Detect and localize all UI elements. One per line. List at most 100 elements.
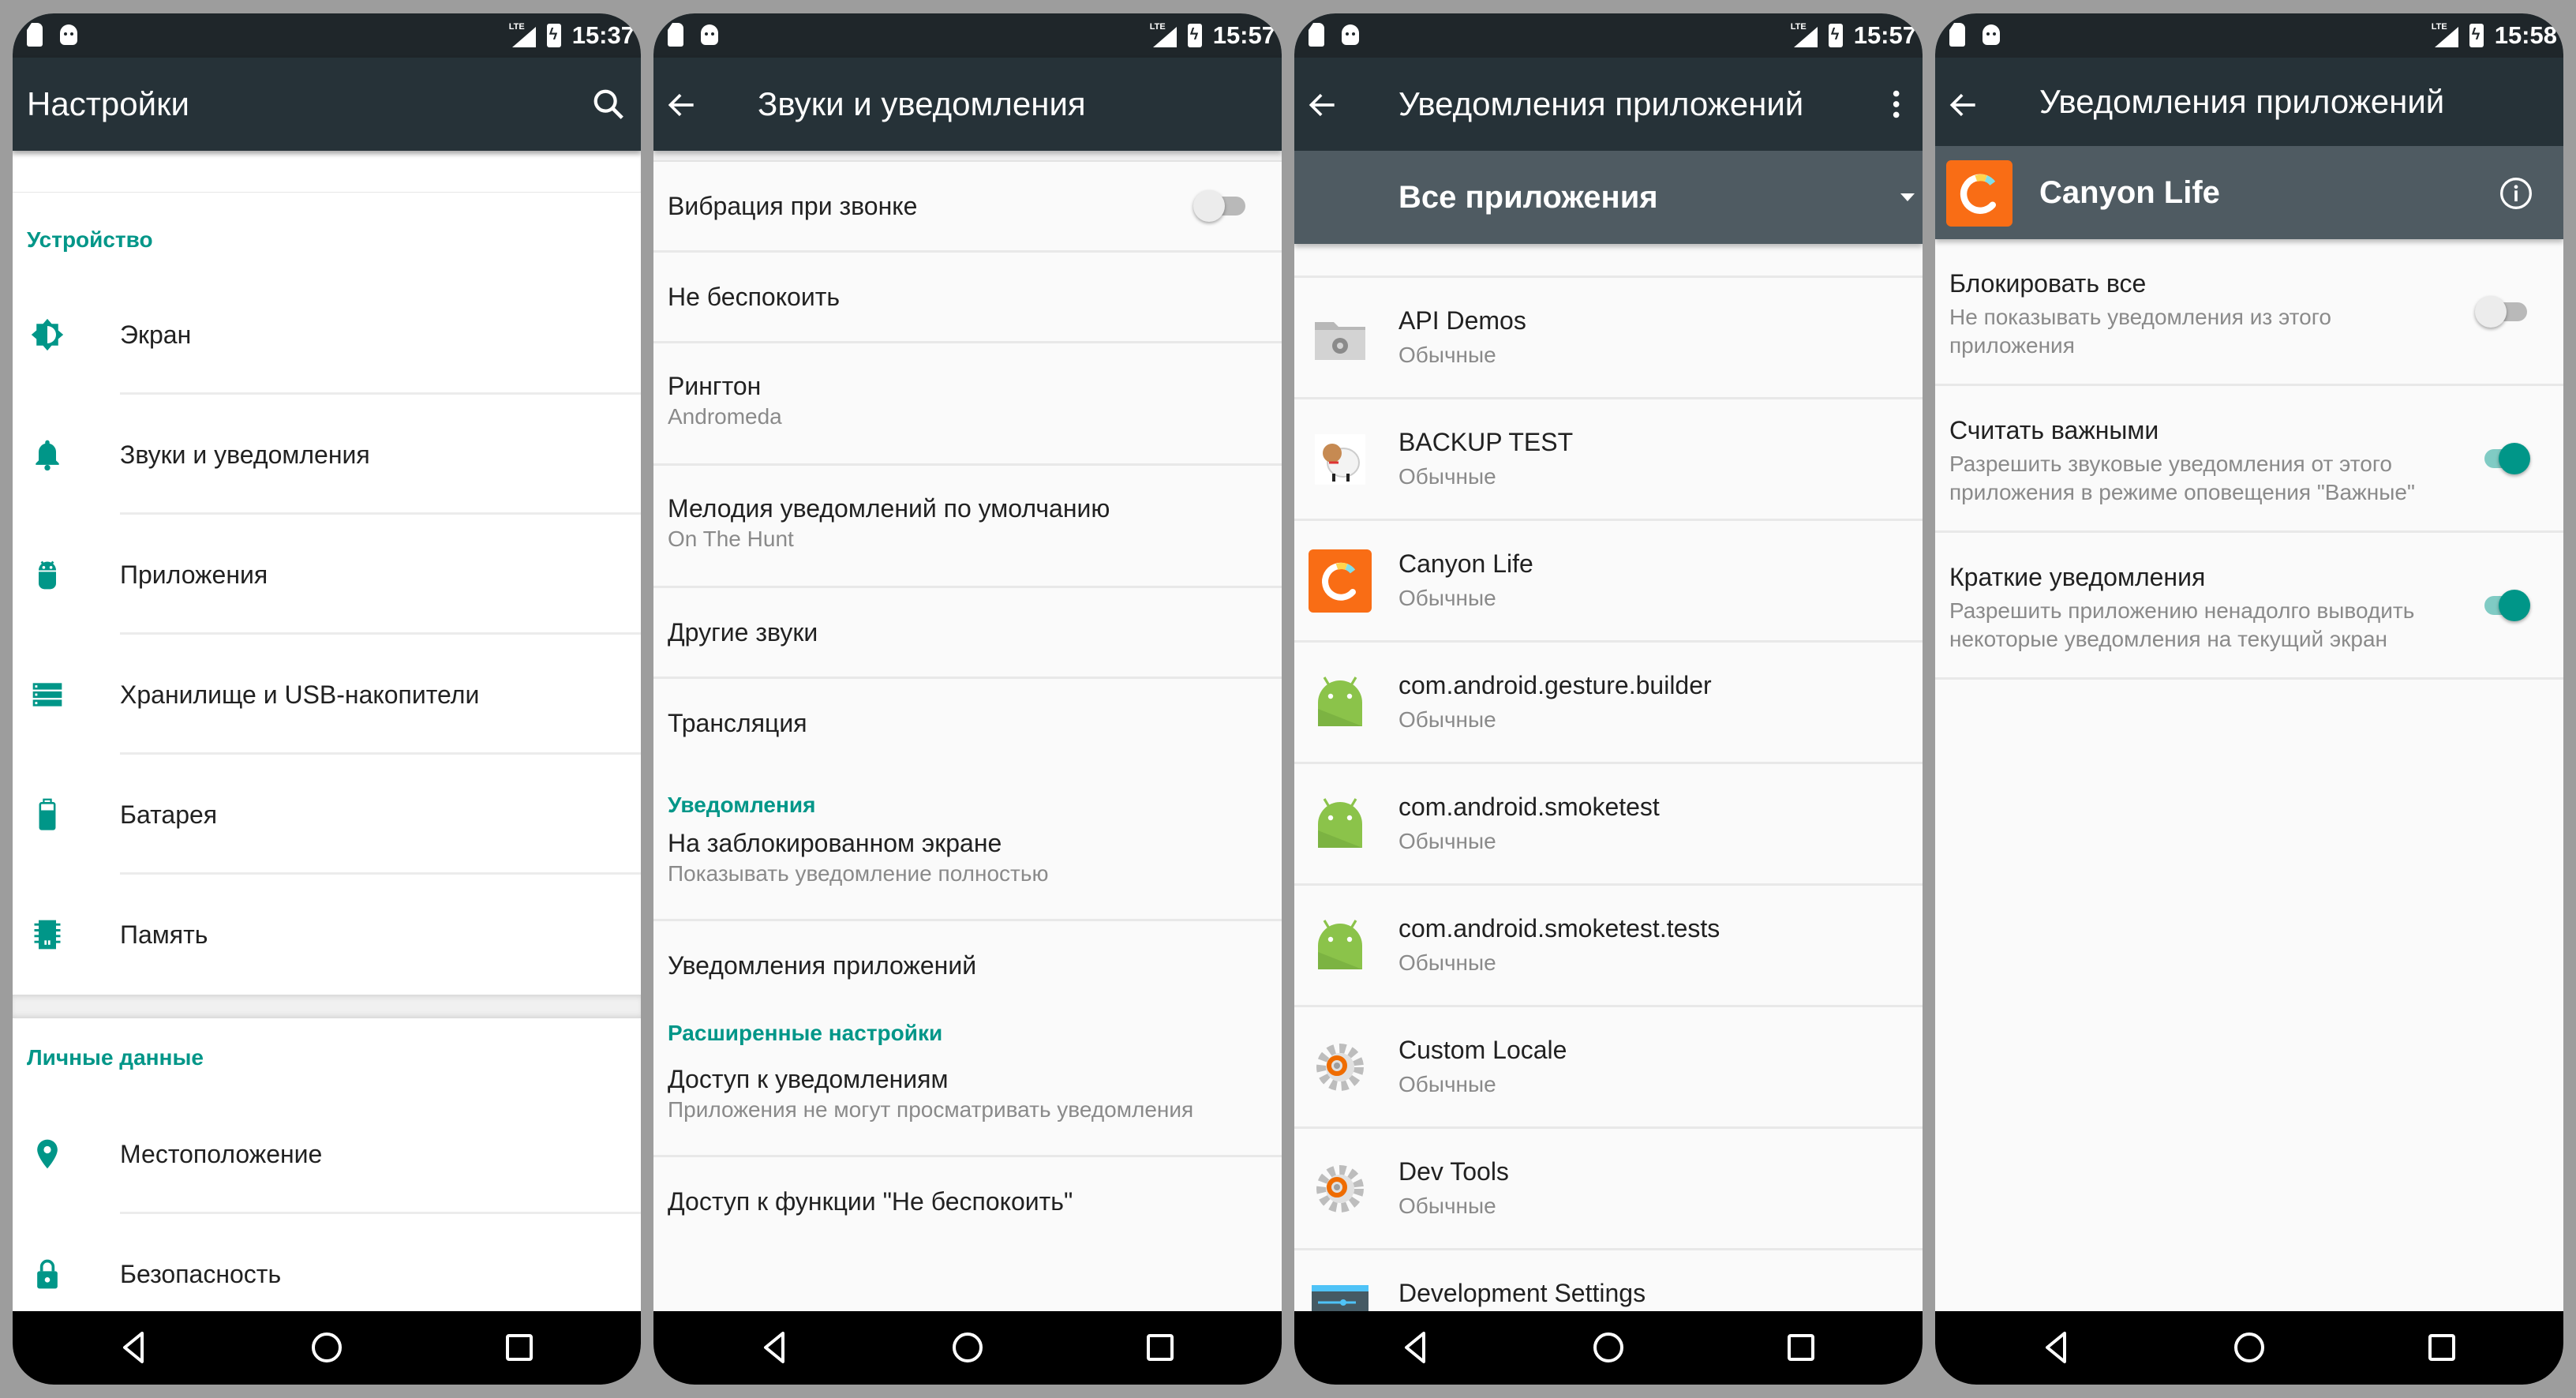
- gears-icon: [1309, 1036, 1372, 1099]
- nav-home-icon[interactable]: [308, 1329, 346, 1366]
- settings-item-apps[interactable]: Приложения: [13, 515, 641, 635]
- sheep-icon: [1309, 428, 1372, 491]
- more-vert-icon[interactable]: [1872, 86, 1908, 122]
- info-icon[interactable]: [2499, 176, 2533, 211]
- pref-lock-screen[interactable]: На заблокированном экране Показывать уве…: [653, 818, 1282, 921]
- search-icon[interactable]: [590, 86, 627, 122]
- gears-icon: [1309, 1157, 1372, 1220]
- location-icon: [30, 1135, 65, 1173]
- pref-do-not-disturb[interactable]: Не беспокоить: [653, 253, 1282, 343]
- navigation-bar: [13, 1311, 641, 1385]
- pref-notification-sound[interactable]: Мелодия уведомлений по умолчанию On The …: [653, 466, 1282, 588]
- app-list-item[interactable]: Development Settings: [1294, 1250, 1923, 1311]
- app-list-item[interactable]: Canyon Life Обычные: [1294, 521, 1923, 643]
- status-bar: LTE 15:57: [653, 13, 1282, 58]
- app-name: Canyon Life: [2039, 175, 2220, 210]
- lte-signal-icon: LTE: [2432, 22, 2458, 47]
- section-header-personal: Личные данные: [27, 1045, 204, 1070]
- section-header-device: Устройство: [27, 227, 153, 252]
- pref-app-notifications[interactable]: Уведомления приложений: [653, 921, 1282, 1010]
- app-list-item[interactable]: API Demos Обычные: [1294, 278, 1923, 399]
- app-bar: Настройки: [13, 58, 641, 151]
- clock: 15:37: [571, 21, 635, 49]
- app-list-item[interactable]: Dev Tools Обычные: [1294, 1129, 1923, 1250]
- pref-block-all[interactable]: Блокировать все Не показывать уведомлени…: [1935, 239, 2563, 386]
- settings-item-security[interactable]: Безопасность: [13, 1214, 641, 1311]
- section-divider: [13, 995, 641, 1018]
- settings-item-location[interactable]: Местоположение: [13, 1094, 641, 1214]
- nav-home-icon[interactable]: [1589, 1329, 1627, 1366]
- clock: 15:57: [1853, 21, 1916, 49]
- pref-treat-as-priority[interactable]: Считать важными Разрешить звуковые уведо…: [1935, 386, 2563, 533]
- settings-item-memory[interactable]: Память: [13, 875, 641, 995]
- peeking-toggle[interactable]: [2475, 589, 2530, 621]
- settings-item-storage[interactable]: Хранилище и USB-накопители: [13, 635, 641, 755]
- navigation-bar: [1294, 1311, 1923, 1385]
- section-header-notifications: Уведомления: [668, 793, 816, 817]
- app-list-item[interactable]: com.android.smoketest.tests Обычные: [1294, 886, 1923, 1007]
- folder-gear-icon: [1309, 306, 1372, 369]
- preferences-list: Вибрация при звонке Не беспокоить Рингто…: [653, 151, 1282, 1311]
- settings-item-display[interactable]: Экран: [13, 275, 641, 395]
- arrow-back-icon[interactable]: [665, 88, 699, 122]
- lte-signal-icon: LTE: [1791, 22, 1818, 47]
- block-all-toggle[interactable]: [2475, 295, 2530, 328]
- pref-peeking[interactable]: Краткие уведомления Разрешить приложению…: [1935, 533, 2563, 680]
- canyon-life-icon: [1946, 160, 2012, 227]
- nav-back-icon[interactable]: [1397, 1329, 1435, 1366]
- canyon-life-icon: [1309, 549, 1372, 613]
- app-notification-prefs: Блокировать все Не показывать уведомлени…: [1935, 239, 2563, 1311]
- nav-recents-icon[interactable]: [2423, 1329, 2461, 1366]
- memory-icon: [30, 916, 65, 954]
- app-list-item[interactable]: BACKUP TEST Обычные: [1294, 399, 1923, 521]
- nav-recents-icon[interactable]: [1141, 1329, 1179, 1366]
- storage-icon: [30, 676, 65, 714]
- android-debug-icon: [60, 24, 77, 45]
- battery-charging-icon: [546, 24, 561, 47]
- pref-notification-access[interactable]: Доступ к уведомлениям Приложения не могу…: [653, 1057, 1282, 1157]
- vibrate-toggle[interactable]: [1193, 190, 1249, 222]
- nav-recents-icon[interactable]: [500, 1329, 538, 1366]
- nav-recents-icon[interactable]: [1782, 1329, 1820, 1366]
- sd-card-icon: [1309, 23, 1324, 47]
- app-list-item[interactable]: com.android.smoketest Обычные: [1294, 764, 1923, 886]
- priority-toggle[interactable]: [2475, 442, 2530, 474]
- settings-item-sound[interactable]: Звуки и уведомления: [13, 395, 641, 515]
- nav-home-icon[interactable]: [2230, 1329, 2268, 1366]
- pref-vibrate-on-ring[interactable]: Вибрация при звонке: [653, 162, 1282, 253]
- status-bar: LTE 15:57: [1294, 13, 1923, 58]
- screen-settings: LTE 15:37 Настройки Устройство Экран Зву…: [13, 13, 641, 1385]
- nav-home-icon[interactable]: [949, 1329, 987, 1366]
- arrow-back-icon[interactable]: [1946, 88, 1981, 122]
- app-bar: Уведомления приложений: [1935, 58, 2563, 146]
- pref-dnd-access[interactable]: Доступ к функции "Не беспокоить": [653, 1157, 1282, 1246]
- android-debug-icon: [1342, 24, 1359, 45]
- pref-other-sounds[interactable]: Другие звуки: [653, 588, 1282, 679]
- screen-sound-notifications: LTE 15:57 Звуки и уведомления Вибрация п…: [653, 13, 1282, 1385]
- status-bar: LTE 15:37: [13, 13, 641, 58]
- app-list-item[interactable]: Custom Locale Обычные: [1294, 1007, 1923, 1129]
- clock: 15:57: [1212, 21, 1275, 49]
- app-filter-selected: Все приложения: [1398, 180, 1658, 215]
- dropdown-arrow-icon: [1900, 193, 1915, 201]
- sd-card-icon: [1949, 23, 1965, 47]
- section-header-advanced: Расширенные настройки: [668, 1021, 943, 1045]
- navigation-bar: [1935, 1311, 2563, 1385]
- settings-item-battery[interactable]: Батарея: [13, 755, 641, 875]
- app-bar: Уведомления приложений: [1294, 58, 1923, 151]
- arrow-back-icon[interactable]: [1305, 88, 1340, 122]
- lte-signal-icon: LTE: [1150, 22, 1177, 47]
- nav-back-icon[interactable]: [756, 1329, 794, 1366]
- battery-icon: [30, 796, 65, 834]
- app-filter-spinner[interactable]: Все приложения: [1294, 151, 1923, 244]
- sd-card-icon: [668, 23, 683, 47]
- pref-ringtone[interactable]: Рингтон Andromeda: [653, 343, 1282, 466]
- nav-back-icon[interactable]: [115, 1329, 153, 1366]
- app-list-item[interactable]: com.android.gesture.builder Обычные: [1294, 643, 1923, 764]
- lock-icon: [30, 1255, 65, 1293]
- pref-cast[interactable]: Трансляция: [653, 679, 1282, 767]
- battery-charging-icon: [1187, 24, 1202, 47]
- app-bar: Звуки и уведомления: [653, 58, 1282, 151]
- sd-card-icon: [27, 23, 43, 47]
- nav-back-icon[interactable]: [2038, 1329, 2076, 1366]
